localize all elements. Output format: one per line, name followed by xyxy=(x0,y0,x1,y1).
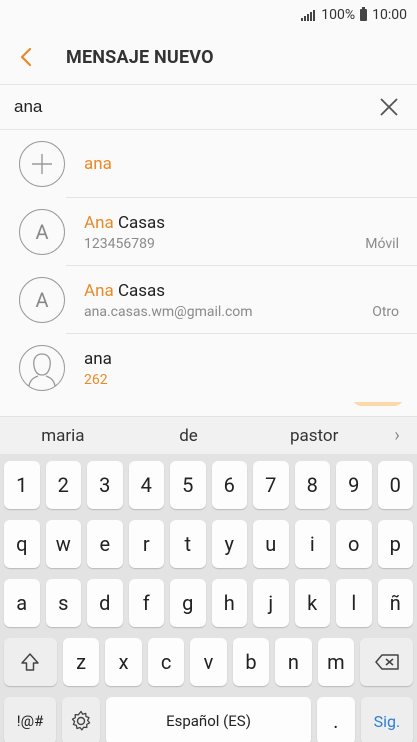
battery-percent: 100% xyxy=(321,7,356,23)
page-title: MENSAJE NUEVO xyxy=(66,46,214,68)
key[interactable]: 3 xyxy=(87,461,123,509)
symbols-key[interactable]: !@# xyxy=(4,697,57,742)
screen: 100% 10:00 MENSAJE NUEVO ana ana A Ana C… xyxy=(0,0,417,742)
contact-name: Ana Casas xyxy=(84,212,166,233)
key[interactable]: y xyxy=(211,520,247,568)
key[interactable]: n xyxy=(275,638,312,686)
contact-name: Ana Casas xyxy=(84,280,166,301)
contact-suggestions: ana A Ana Casas 123456789 Móvil A Ana Ca… xyxy=(0,130,417,402)
person-icon xyxy=(19,345,65,391)
prediction-word[interactable]: pastor xyxy=(251,426,377,446)
next-key[interactable]: Sig. xyxy=(360,697,413,742)
contact-initial-avatar: A xyxy=(19,209,65,255)
contact-item[interactable]: A Ana Casas 123456789 Móvil xyxy=(0,198,417,266)
recipient-bar xyxy=(0,84,417,130)
back-button[interactable] xyxy=(0,30,52,84)
backspace-icon xyxy=(374,654,399,670)
key[interactable]: 5 xyxy=(170,461,206,509)
key[interactable]: 1 xyxy=(4,461,40,509)
prediction-word[interactable]: maria xyxy=(0,426,126,446)
clock: 10:00 xyxy=(372,7,407,23)
period-key[interactable]: . xyxy=(316,697,355,742)
app-header: MENSAJE NUEVO xyxy=(0,30,417,84)
keyboard-row-top: q w e r t y u i o p xyxy=(4,520,413,568)
key[interactable]: k xyxy=(294,579,330,627)
gear-icon xyxy=(72,710,91,731)
key[interactable]: j xyxy=(253,579,289,627)
key[interactable]: f xyxy=(128,579,164,627)
key[interactable]: 4 xyxy=(128,461,164,509)
space-key[interactable]: Español (ES) xyxy=(106,697,311,742)
key[interactable]: m xyxy=(317,638,355,686)
contact-type: Móvil xyxy=(365,235,399,252)
key[interactable]: c xyxy=(147,638,185,686)
shift-key[interactable] xyxy=(4,638,57,686)
keyboard-row-space: !@# Español (ES) . Sig. xyxy=(4,697,413,742)
conversation-detail: 262 xyxy=(84,371,108,388)
key[interactable]: o xyxy=(336,520,372,568)
add-recipient-label: ana xyxy=(84,154,112,174)
key[interactable]: e xyxy=(87,520,123,568)
key[interactable]: q xyxy=(4,520,40,568)
plus-icon xyxy=(19,141,65,187)
key[interactable]: 8 xyxy=(294,461,330,509)
key[interactable]: ñ xyxy=(377,579,413,627)
battery-icon xyxy=(360,7,368,21)
key[interactable]: u xyxy=(253,520,289,568)
key[interactable]: 0 xyxy=(377,461,413,509)
key[interactable]: s xyxy=(45,579,81,627)
chevron-left-icon xyxy=(20,47,32,67)
keyboard: 1 2 3 4 5 6 7 8 9 0 q w e r t y u i o p … xyxy=(0,454,417,742)
key[interactable]: g xyxy=(170,579,206,627)
chevron-right-icon[interactable]: › xyxy=(377,425,417,446)
contact-detail: 123456789 xyxy=(84,235,155,252)
key[interactable]: x xyxy=(105,638,142,686)
status-bar: 100% 10:00 xyxy=(0,0,417,30)
contact-initial-avatar: A xyxy=(19,277,65,323)
signal-icon xyxy=(301,9,316,21)
key[interactable]: 6 xyxy=(211,461,247,509)
key[interactable]: l xyxy=(336,579,372,627)
key[interactable]: b xyxy=(232,638,270,686)
keyboard-row-numbers: 1 2 3 4 5 6 7 8 9 0 xyxy=(4,461,413,509)
key[interactable]: d xyxy=(87,579,123,627)
contact-item[interactable]: A Ana Casas ana.casas.wm@gmail.com Otro xyxy=(0,266,417,334)
key[interactable]: v xyxy=(190,638,227,686)
recipient-input[interactable] xyxy=(0,85,361,129)
prediction-word[interactable]: de xyxy=(126,426,252,446)
keyboard-row-middle: a s d f g h j k l ñ xyxy=(4,579,413,627)
key[interactable]: t xyxy=(170,520,206,568)
key[interactable]: z xyxy=(62,638,100,686)
key[interactable]: 9 xyxy=(336,461,372,509)
close-icon xyxy=(380,98,398,116)
key[interactable]: w xyxy=(45,520,81,568)
key[interactable]: i xyxy=(294,520,330,568)
add-recipient-item[interactable]: ana xyxy=(0,130,417,198)
key[interactable]: p xyxy=(377,520,413,568)
keyboard-row-bottom: z x c v b n m xyxy=(4,638,414,686)
key[interactable]: a xyxy=(4,579,40,627)
key[interactable]: r xyxy=(128,520,164,568)
backspace-key[interactable] xyxy=(360,638,414,686)
key[interactable]: h xyxy=(211,579,247,627)
key[interactable]: 7 xyxy=(253,461,289,509)
conversation-name: ana xyxy=(84,348,112,369)
settings-key[interactable] xyxy=(62,697,101,742)
shift-icon xyxy=(21,653,40,671)
contact-detail: ana.casas.wm@gmail.com xyxy=(84,303,253,320)
prediction-bar: maria de pastor › xyxy=(0,416,417,454)
contact-type: Otro xyxy=(372,303,399,320)
conversation-item[interactable]: ana 262 xyxy=(0,334,417,402)
key[interactable]: 2 xyxy=(45,461,81,509)
clear-button[interactable] xyxy=(361,85,417,129)
